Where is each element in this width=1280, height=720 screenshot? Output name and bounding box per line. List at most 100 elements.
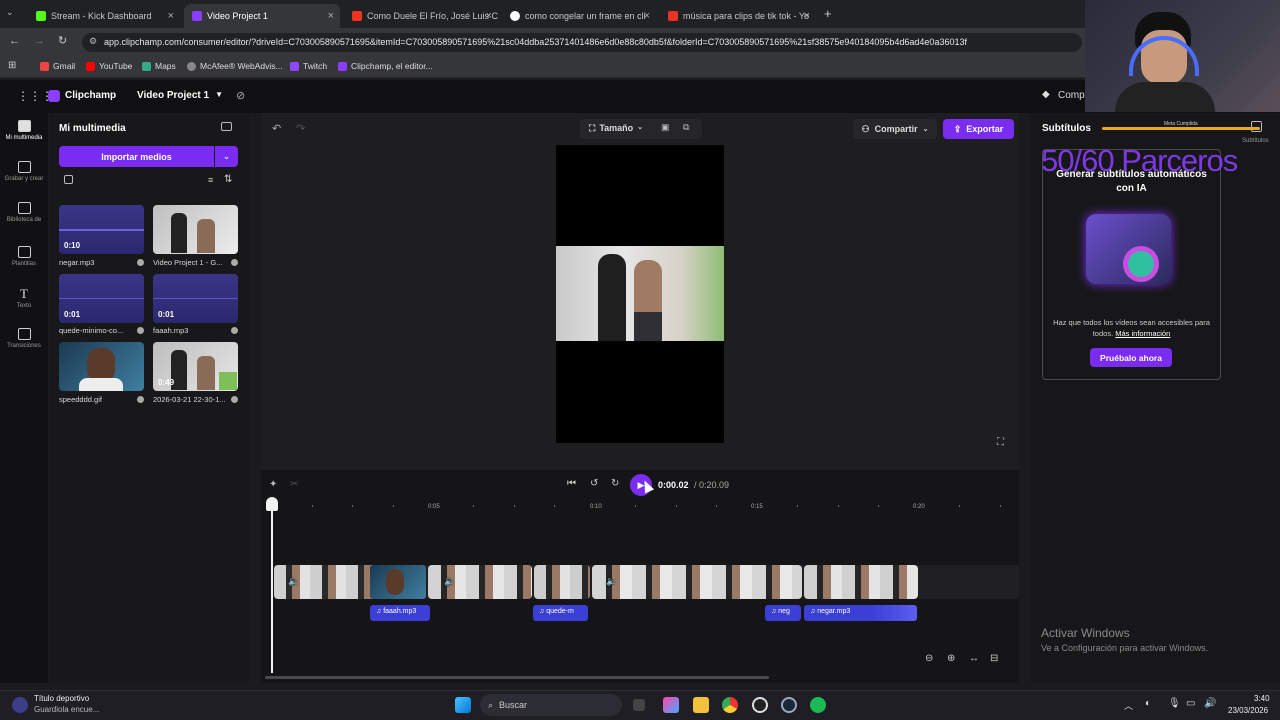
video-clip[interactable]: 🔈 — [592, 565, 802, 599]
filter-icon[interactable]: ≡ — [208, 175, 213, 185]
video-clip[interactable]: 🔈 — [428, 565, 532, 599]
sort-icon[interactable]: ⇅ — [224, 174, 232, 185]
tab-youtube-1[interactable]: Como Duele El Frío, José Luis C × — [344, 4, 498, 28]
video-clip[interactable] — [804, 565, 918, 599]
spotify-icon[interactable] — [810, 697, 826, 713]
fit-timeline-icon[interactable]: ↔ — [969, 653, 979, 664]
media-item-quede[interactable]: 0:01 — [59, 274, 144, 323]
playhead-handle[interactable] — [266, 497, 278, 511]
taskbar-search[interactable]: ⌕ Buscar — [480, 694, 622, 716]
volume-icon[interactable]: 🔈 — [444, 576, 455, 587]
export-button[interactable]: ⇪ Exportar — [943, 119, 1014, 139]
bookmark-gmail[interactable]: Gmail — [40, 61, 75, 71]
bookmark-maps[interactable]: Maps — [142, 61, 176, 71]
rail-item-templates[interactable]: Plantillas — [0, 246, 48, 268]
media-item-speedddd[interactable] — [59, 342, 144, 391]
forward-icon[interactable]: → — [34, 35, 45, 47]
close-icon[interactable]: × — [804, 10, 810, 22]
close-icon[interactable]: × — [168, 10, 174, 22]
zoom-out-icon[interactable]: ⊖ — [925, 653, 933, 664]
magic-icon[interactable]: ✦ — [269, 479, 277, 490]
size-dropdown[interactable]: ⛶ Tamaño ⌄ — [589, 123, 643, 134]
task-view-icon[interactable] — [633, 699, 645, 711]
rewind-icon[interactable]: ↺ — [590, 478, 598, 489]
tray-chevron-icon[interactable]: ︿ — [1124, 699, 1133, 712]
cloud-off-icon[interactable]: ⊘ — [236, 89, 245, 102]
audio-clip-quede[interactable]: ♫ quede-m — [533, 605, 588, 621]
steam-icon[interactable] — [781, 697, 797, 713]
collapse-panel-icon[interactable] — [221, 122, 232, 131]
undo-icon[interactable]: ↶ — [272, 122, 281, 135]
horizontal-scrollbar[interactable] — [265, 676, 769, 679]
rail-item-library[interactable]: Biblioteca de — [0, 202, 48, 224]
forward-5-icon[interactable]: ↻ — [611, 478, 619, 489]
video-clip[interactable] — [534, 565, 590, 599]
new-tab-button[interactable]: + — [824, 6, 832, 21]
media-item-negar[interactable]: 0:10 — [59, 205, 144, 254]
media-item-recording[interactable]: 0:49 — [153, 342, 238, 391]
site-info-icon[interactable]: ⚙ — [89, 36, 97, 47]
bookmark-label: Gmail — [53, 61, 76, 71]
tab-google[interactable]: como congelar un frame en cli × — [502, 4, 656, 28]
tab-search-button[interactable]: ⌄ — [6, 7, 20, 21]
tab-video-project[interactable]: Video Project 1 × — [184, 4, 340, 28]
playhead[interactable] — [271, 499, 273, 673]
audio-clip-negar[interactable]: ♫ negar.mp3 — [804, 605, 917, 621]
tab-youtube-2[interactable]: música para clips de tik tok - Yo × — [660, 4, 816, 28]
rail-item-media[interactable]: Mi multimedia — [0, 120, 48, 142]
tick-mark — [676, 505, 677, 507]
skip-back-icon[interactable]: ⏮ — [567, 478, 576, 489]
bookmark-twitch[interactable]: Twitch — [290, 61, 327, 71]
chrome-icon[interactable] — [722, 697, 738, 713]
import-options-button[interactable]: ⌄ — [215, 146, 238, 167]
mic-icon[interactable]: 🎙 — [1168, 698, 1181, 709]
file-explorer-icon[interactable] — [693, 697, 709, 713]
media-item-faaah[interactable]: 0:01 — [153, 274, 238, 323]
split-icon[interactable]: ✂ — [290, 479, 298, 490]
network-icon[interactable]: ▭ — [1186, 698, 1195, 709]
import-media-button[interactable]: Importar medios — [59, 146, 214, 167]
windows-start-icon[interactable] — [455, 697, 471, 713]
apps-icon[interactable]: ⊞ — [8, 60, 16, 71]
bookmark-youtube[interactable]: YouTube — [86, 61, 132, 71]
try-now-button[interactable]: Pruébalo ahora — [1090, 348, 1172, 367]
close-icon[interactable]: × — [644, 10, 650, 22]
layout-icon[interactable]: ⧉ — [683, 122, 689, 133]
volume-icon[interactable]: 🔈 — [606, 576, 617, 587]
clock-time[interactable]: 3:40 — [1254, 694, 1270, 703]
back-icon[interactable]: ← — [9, 35, 20, 47]
tab-kick-dashboard[interactable]: Stream - Kick Dashboard × — [28, 4, 180, 28]
gif-clip[interactable] — [370, 565, 426, 599]
rail-item-transitions[interactable]: Transiciones — [0, 328, 48, 350]
close-icon[interactable]: × — [328, 10, 334, 22]
more-info-link[interactable]: Más información — [1115, 329, 1170, 338]
redo-icon[interactable]: ↷ — [296, 122, 305, 135]
news-widget[interactable]: Título deportivo Guardiola encue... — [12, 693, 132, 717]
import-label: Importar medios — [101, 151, 172, 162]
share-button[interactable]: ⚇ Compartir ⌄ — [853, 119, 937, 139]
premium-button[interactable]: Compr — [1058, 90, 1088, 101]
expand-timeline-icon[interactable]: ⊟ — [990, 653, 998, 664]
media-item-video-project[interactable] — [153, 205, 238, 254]
bookmark-mcafee[interactable]: McAfee® WebAdvis... — [187, 61, 283, 71]
volume-icon[interactable]: 🔈 — [288, 576, 299, 587]
fit-icon[interactable]: ▣ — [661, 122, 670, 133]
project-name-dropdown[interactable]: Video Project 1 ▼ — [137, 90, 223, 101]
clock-date[interactable]: 23/03/2026 — [1228, 706, 1268, 715]
bookmark-clipchamp[interactable]: Clipchamp, el editor... — [338, 61, 433, 71]
rail-item-text[interactable]: T Texto — [0, 287, 48, 310]
obs-icon[interactable] — [752, 697, 768, 713]
close-icon[interactable]: × — [486, 10, 492, 22]
audio-clip-faaah[interactable]: ♫ faaah.mp3 — [370, 605, 430, 621]
address-bar[interactable]: ⚙ app.clipchamp.com/consumer/editor/?dri… — [82, 33, 1082, 52]
audio-clip-neg[interactable]: ♫ neg — [765, 605, 801, 621]
volume-icon[interactable]: 🔊 — [1204, 698, 1216, 709]
rail-item-record[interactable]: Grabar y crear — [0, 161, 48, 183]
copilot-icon[interactable] — [663, 697, 679, 713]
video-preview[interactable] — [556, 145, 724, 443]
zoom-in-icon[interactable]: ⊕ — [947, 653, 955, 664]
reload-icon[interactable]: ↻ — [58, 34, 67, 47]
select-all-checkbox[interactable] — [64, 175, 73, 184]
tray-app-icon[interactable]: ◐ — [1145, 698, 1151, 709]
fullscreen-icon[interactable]: ⛶ — [997, 437, 1004, 448]
